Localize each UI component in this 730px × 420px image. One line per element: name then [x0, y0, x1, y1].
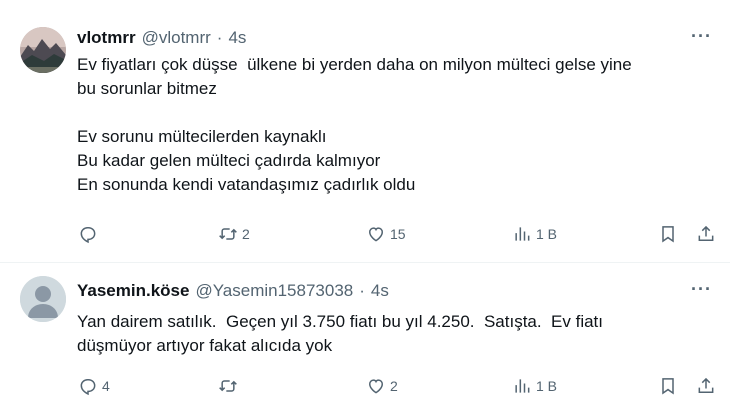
timestamp[interactable]: 4s: [228, 28, 246, 48]
tweet-text: Ev fiyatları çok düşse ülkene bi yerden …: [77, 53, 707, 197]
like-icon: [368, 227, 384, 242]
views-count: 1 B: [536, 378, 558, 394]
like-button[interactable]: 15: [366, 222, 406, 246]
retweet-icon: [219, 228, 237, 240]
tweet-text-line: Yan dairem satılık. Geçen yıl 3.750 fiat…: [77, 312, 604, 331]
reply-icon: [80, 227, 96, 244]
like-count: 15: [390, 226, 406, 242]
display-name[interactable]: vlotmrr: [77, 28, 136, 48]
tweet-text-line: Ev sorunu mültecilerden kaynaklı: [77, 127, 327, 146]
like-count: 2: [390, 378, 398, 394]
share-icon: [698, 225, 714, 241]
bookmark-icon: [662, 226, 674, 243]
views-button[interactable]: 1 B: [512, 374, 557, 398]
like-icon: [368, 379, 384, 394]
tweet-text-line: düşmüyor artıyor fakat alıcıda yok: [77, 336, 333, 355]
reply-button[interactable]: [78, 222, 102, 246]
share-button[interactable]: [696, 222, 716, 246]
user-handle[interactable]: @Yasemin15873038: [195, 281, 353, 301]
retweet-button[interactable]: [218, 374, 242, 398]
tweet-text-line: bu sorunlar bitmez: [77, 79, 217, 98]
tweet-text-line: Bu kadar gelen mülteci çadırda kalmıyor: [77, 151, 381, 170]
reply-count: 4: [102, 378, 110, 394]
retweet-icon: [219, 380, 237, 392]
tweet-header: Yasemin.köse @Yasemin15873038 · 4s: [77, 281, 389, 301]
bookmark-icon: [662, 378, 674, 395]
timeline-feed: vlotmrr @vlotmrr · 4s ··· Ev fiyatları ç…: [0, 0, 730, 420]
avatar[interactable]: [20, 27, 66, 73]
tweet[interactable]: vlotmrr @vlotmrr · 4s ··· Ev fiyatları ç…: [0, 0, 730, 262]
tweet-header: vlotmrr @vlotmrr · 4s: [77, 28, 246, 48]
more-icon[interactable]: ···: [691, 279, 712, 300]
user-handle[interactable]: @vlotmrr: [142, 28, 211, 48]
bookmark-button[interactable]: [658, 222, 678, 246]
retweet-button[interactable]: 2: [218, 222, 250, 246]
tweet-actions: 2 15 1 B: [78, 222, 718, 246]
timestamp[interactable]: 4s: [371, 281, 389, 301]
views-button[interactable]: 1 B: [512, 222, 557, 246]
separator: ·: [359, 281, 365, 300]
separator: ·: [216, 28, 223, 47]
views-count: 1 B: [536, 226, 558, 242]
views-icon: [515, 227, 530, 241]
views-icon: [515, 379, 530, 393]
tweet-text: Yan dairem satılık. Geçen yıl 3.750 fiat…: [77, 310, 707, 358]
like-button[interactable]: 2: [366, 374, 398, 398]
share-button[interactable]: [696, 374, 716, 398]
share-icon: [698, 377, 714, 393]
reply-button[interactable]: 4: [78, 374, 110, 398]
tweet[interactable]: Yasemin.köse @Yasemin15873038 · 4s ··· Y…: [0, 263, 730, 420]
tweet-text-line: En sonunda kendi vatandaşımız çadırlık o…: [77, 175, 416, 194]
display-name[interactable]: Yasemin.köse: [77, 281, 189, 301]
retweet-count: 2: [242, 226, 250, 242]
reply-icon: [80, 379, 96, 396]
bookmark-button[interactable]: [658, 374, 678, 398]
tweet-text-line: Ev fiyatları çok düşse ülkene bi yerden …: [77, 55, 632, 74]
tweet-actions: 4 2 1 B: [78, 374, 718, 398]
more-icon[interactable]: ···: [691, 26, 712, 47]
avatar[interactable]: [20, 276, 66, 322]
